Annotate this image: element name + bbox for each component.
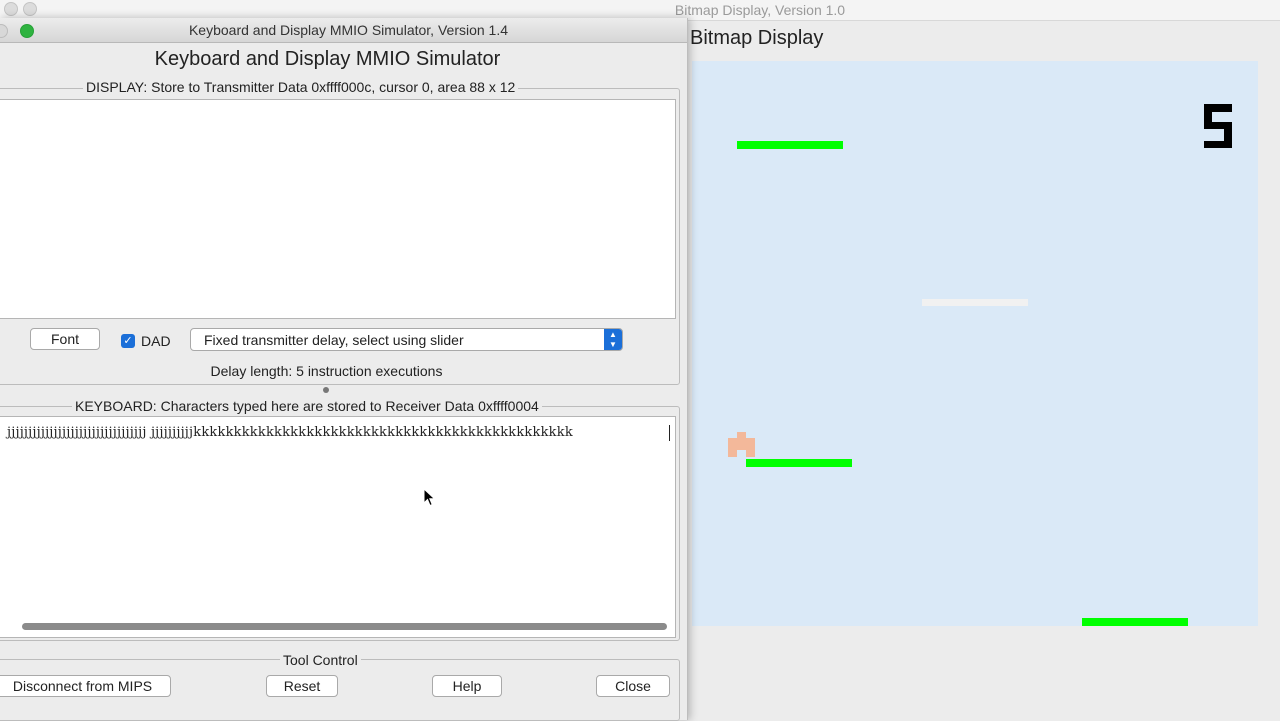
keyboard-horizontal-scrollbar[interactable]	[0, 621, 674, 633]
bitmap-window-title: Bitmap Display, Version 1.0	[674, 2, 846, 18]
text-caret	[669, 425, 670, 441]
keyboard-input-area[interactable]: jjjjjjjjjjjjjjjjjjjjjjjjjjjjjjjjj jjjjjj…	[0, 416, 676, 638]
delay-length-label: Delay length: 5 instruction executions	[210, 363, 443, 379]
keyboard-legend: KEYBOARD: Characters typed here are stor…	[72, 398, 542, 414]
scrollbar-thumb[interactable]	[22, 623, 667, 630]
display-text-area[interactable]	[0, 99, 676, 319]
score-digit: 5	[1204, 104, 1232, 148]
disconnect-button[interactable]: Disconnect from MIPS	[0, 675, 171, 697]
dad-checkbox[interactable]: ✓	[121, 334, 135, 348]
platform	[746, 459, 852, 467]
display-legend: DISPLAY: Store to Transmitter Data 0xfff…	[83, 79, 519, 95]
split-pane-divider-handle[interactable]	[323, 387, 329, 393]
chevron-up-down-icon: ▲ ▼	[604, 329, 622, 350]
help-button[interactable]: Help	[432, 675, 502, 697]
bitmap-canvas: 5	[692, 61, 1258, 626]
close-button[interactable]: Close	[596, 675, 670, 697]
mmio-heading: Keyboard and Display MMIO Simulator	[154, 48, 501, 70]
delay-mode-select[interactable]: Fixed transmitter delay, select using sl…	[190, 328, 623, 351]
font-button[interactable]: Font	[30, 328, 100, 350]
keyboard-typed-text: jjjjjjjjjjjjjjjjjjjjjjjjjjjjjjjjj jjjjjj…	[7, 425, 573, 440]
reset-button[interactable]: Reset	[266, 675, 338, 697]
platform	[737, 141, 843, 149]
mouse-pointer-icon	[423, 488, 436, 507]
platform-faded	[922, 299, 1028, 306]
tool-control-legend: Tool Control	[280, 652, 361, 668]
delay-mode-value: Fixed transmitter delay, select using sl…	[204, 332, 464, 348]
platform	[1082, 618, 1188, 626]
dad-label: DAD	[141, 333, 171, 349]
mmio-window-title: Keyboard and Display MMIO Simulator, Ver…	[188, 22, 509, 38]
mmio-simulator-window: Keyboard and Display MMIO Simulator, Ver…	[0, 18, 688, 721]
player-sprite	[728, 432, 755, 457]
bitmap-heading: Bitmap Display	[690, 27, 824, 49]
mmio-titlebar[interactable]: Keyboard and Display MMIO Simulator, Ver…	[0, 18, 687, 43]
